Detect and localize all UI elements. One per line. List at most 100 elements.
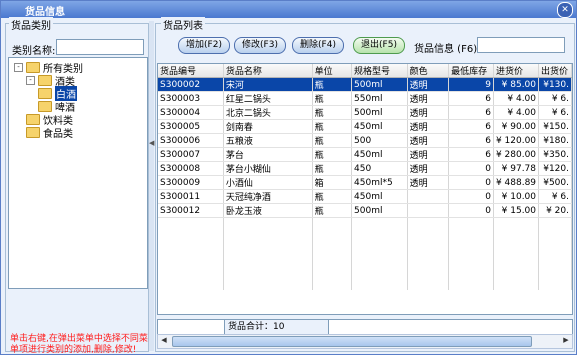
category-tree[interactable]: - 所有类别 - 酒类 白酒 啤酒 饮料类 食品类 — [8, 57, 148, 289]
column-header[interactable]: 出货价 — [538, 64, 572, 78]
table-cell: 小酒仙 — [223, 175, 313, 190]
column-header[interactable]: 颜色 — [407, 64, 450, 78]
table-row[interactable]: S300011 天冠纯净酒瓶 450ml 0 ¥ 10.00 ¥ 6. — [158, 189, 572, 204]
add-button[interactable]: 增加(F2) — [178, 37, 230, 54]
folder-icon — [38, 74, 52, 86]
tree-item-label: 食品类 — [43, 128, 73, 140]
empty-cell — [538, 230, 572, 242]
tree-item[interactable]: 啤酒 — [38, 100, 75, 114]
scrollbar-thumb[interactable] — [172, 336, 532, 347]
empty-cell — [448, 230, 494, 242]
table-cell — [407, 203, 450, 218]
empty-cell — [351, 266, 408, 278]
table-cell: 透明 — [407, 175, 450, 190]
collapse-arrow-icon[interactable]: ◀ — [149, 139, 154, 147]
table-cell: 茅台 — [223, 147, 313, 162]
table-cell: 450ml*5 — [351, 175, 408, 190]
category-name-input[interactable] — [56, 39, 144, 55]
table-cell: 9 — [448, 77, 494, 92]
column-header[interactable]: 货品名称 — [223, 64, 313, 78]
table-cell: S300009 — [158, 175, 224, 190]
table-cell: ¥ 6. — [538, 91, 572, 106]
table-cell: 天冠纯净酒 — [223, 189, 313, 204]
column-header[interactable]: 单位 — [312, 64, 353, 78]
table-header-row: 货品编号 货品名称 单位 规格型号 颜色 最低库存 进货价 出货价 — [158, 64, 572, 78]
column-header[interactable]: 最低库存 — [448, 64, 494, 78]
scroll-right-icon[interactable]: ▶ — [560, 335, 572, 346]
table-cell: 450ml — [351, 119, 408, 134]
table-cell: 瓶 — [312, 77, 353, 92]
table-cell: 瓶 — [312, 203, 353, 218]
column-header[interactable]: 货品编号 — [158, 64, 224, 78]
tree-expander-icon[interactable]: - — [26, 75, 35, 85]
column-header[interactable]: 进货价 — [493, 64, 540, 78]
table-cell: S300003 — [158, 91, 224, 106]
empty-cell — [448, 278, 494, 290]
empty-cell — [448, 217, 494, 230]
edit-button[interactable]: 修改(F3) — [234, 37, 286, 54]
table-cell: ¥ 120.00 — [493, 133, 540, 148]
horizontal-scrollbar[interactable]: ◀ ▶ — [157, 334, 573, 349]
table-cell: ¥ 20. — [538, 203, 572, 218]
empty-cell — [407, 217, 450, 230]
tree-item[interactable]: 白酒 — [38, 85, 77, 101]
table-cell: 500ml — [351, 77, 408, 92]
table-cell: S300004 — [158, 105, 224, 120]
table-row[interactable]: S300007 茅台瓶 450ml 透明 6 ¥ 280.00 ¥350. — [158, 147, 572, 162]
table-cell: 500ml — [351, 105, 408, 120]
empty-cell — [223, 230, 313, 242]
table-cell: S300005 — [158, 119, 224, 134]
delete-button[interactable]: 删除(F4) — [292, 37, 344, 54]
tree-expander-icon[interactable]: - — [14, 62, 23, 72]
table-row[interactable]: S300006 五粮液瓶 500 透明 6 ¥ 120.00 ¥180. — [158, 133, 572, 148]
table-cell: 450 — [351, 161, 408, 176]
empty-cell — [538, 266, 572, 278]
table-cell: ¥ 15.00 — [493, 203, 540, 218]
goods-group-title: 货品列表 — [161, 17, 205, 32]
goods-table[interactable]: 货品编号 货品名称 单位 规格型号 颜色 最低库存 进货价 出货价 S300002 宋河瓶 500… — [157, 63, 573, 315]
table-row[interactable]: S300002 宋河瓶 500ml 透明 9 ¥ 85.00 ¥130. — [158, 77, 572, 92]
folder-icon — [26, 61, 40, 73]
table-row[interactable]: S300012 卧龙玉液瓶 500ml 0 ¥ 15.00 ¥ 20. — [158, 203, 572, 218]
table-cell: 0 — [448, 189, 494, 204]
empty-cell — [223, 217, 313, 230]
empty-cell — [493, 278, 540, 290]
empty-cell — [312, 230, 353, 242]
tree-item[interactable]: 食品类 — [26, 126, 73, 140]
table-cell: S300012 — [158, 203, 224, 218]
close-icon[interactable]: ✕ — [557, 2, 573, 18]
panel-splitter[interactable]: ◀ — [149, 21, 154, 351]
goods-info-window: 货品信息 ✕ 类别名称: - 所有类别 - 酒类 白酒 啤酒 饮料类 食品类 单击右键,在弹出… — [0, 0, 577, 355]
table-cell: ¥ 4.00 — [493, 91, 540, 106]
table-cell: ¥150. — [538, 119, 572, 134]
empty-cell — [493, 217, 540, 230]
goods-search-input[interactable] — [477, 37, 565, 53]
empty-cell — [158, 217, 224, 230]
empty-cell — [158, 254, 224, 266]
table-row[interactable]: S300003 红星二锅头瓶 550ml 透明 6 ¥ 4.00 ¥ 6. — [158, 91, 572, 106]
table-cell: ¥120. — [538, 161, 572, 176]
table-cell: ¥ 10.00 — [493, 189, 540, 204]
table-cell: 剑南春 — [223, 119, 313, 134]
scroll-left-icon[interactable]: ◀ — [158, 335, 170, 346]
table-cell: 透明 — [407, 77, 450, 92]
table-row[interactable]: S300004 北京二锅头瓶 500ml 透明 6 ¥ 4.00 ¥ 6. — [158, 105, 572, 120]
table-cell: 550ml — [351, 91, 408, 106]
empty-cell — [493, 242, 540, 254]
tree-item[interactable]: - 所有类别 — [14, 61, 83, 75]
table-cell: 透明 — [407, 105, 450, 120]
empty-cell — [448, 254, 494, 266]
table-cell: 箱 — [312, 175, 353, 190]
column-header[interactable]: 规格型号 — [351, 64, 408, 78]
table-cell: ¥ 97.78 — [493, 161, 540, 176]
table-cell: ¥ 488.89 — [493, 175, 540, 190]
table-row[interactable]: S300008 茅台小糊仙瓶 450 透明 0 ¥ 97.78 ¥120. — [158, 161, 572, 176]
exit-button[interactable]: 退出(F5) — [353, 37, 405, 54]
tree-item[interactable]: 饮料类 — [26, 113, 73, 127]
table-row[interactable]: S300009 小酒仙箱 450ml*5 透明 0 ¥ 488.89 ¥500. — [158, 175, 572, 190]
tree-item[interactable]: - 酒类 — [26, 74, 75, 88]
table-cell: 宋河 — [223, 77, 313, 92]
table-cell: S300006 — [158, 133, 224, 148]
empty-row — [158, 242, 572, 254]
table-row[interactable]: S300005 剑南春瓶 450ml 透明 6 ¥ 90.00 ¥150. — [158, 119, 572, 134]
